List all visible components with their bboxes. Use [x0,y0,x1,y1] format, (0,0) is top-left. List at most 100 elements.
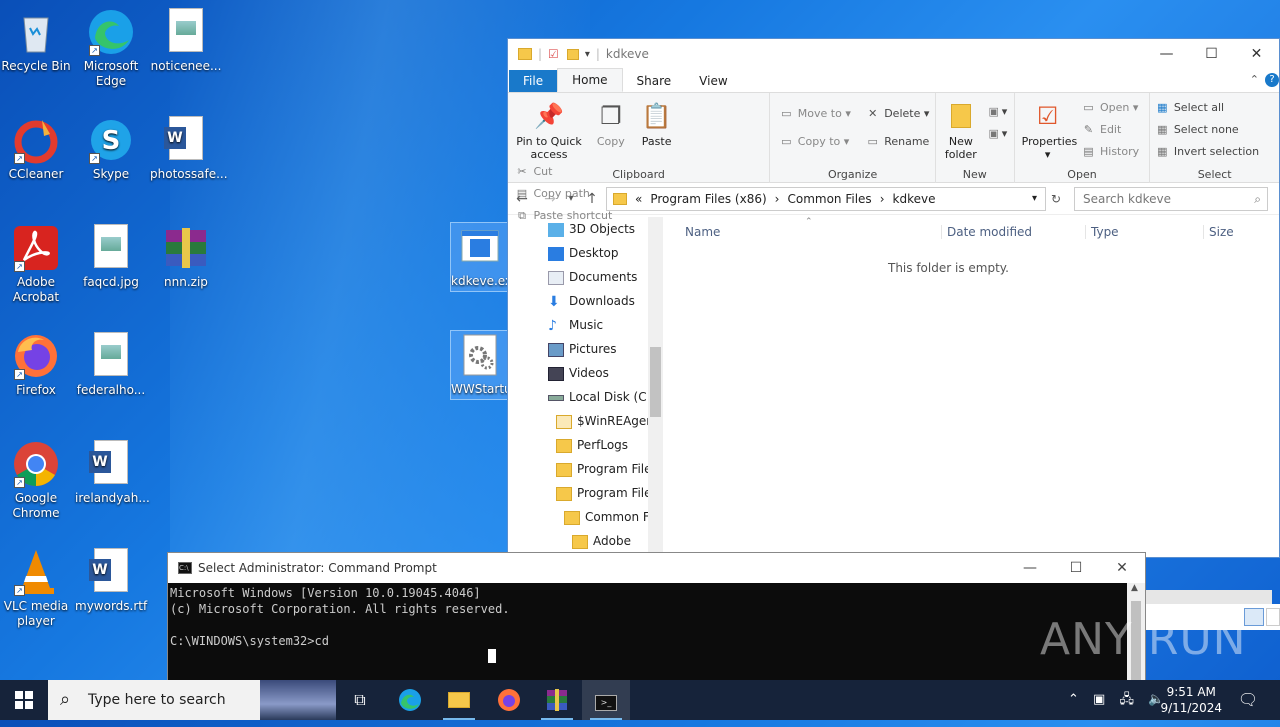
nav-pictures[interactable]: Pictures [508,337,663,361]
delete-button[interactable]: ✕ Delete ▾ [865,103,929,125]
nav-desktop[interactable]: Desktop [508,241,663,265]
taskbar-firefox-icon[interactable] [485,680,533,720]
desktop-icon-irelandyah[interactable]: W irelandyah... [75,440,150,506]
command-prompt-window[interactable]: C:\ Select Administrator: Command Prompt… [167,552,1146,680]
explorer-titlebar[interactable]: | ☑ ▾ | kdkeve — ☐ ✕ [508,39,1279,69]
nav-music[interactable]: ♪ Music [508,313,663,337]
open-button[interactable]: ▭ Open ▾ [1081,97,1140,119]
desktop-icon-noticenee[interactable]: noticenee... [150,8,222,74]
desktop-icon-edge[interactable]: ↗ Microsoft Edge [75,8,147,89]
refresh-icon[interactable]: ↻ [1046,192,1066,206]
new-folder-quick-icon[interactable] [566,48,579,60]
desktop-icon-adobe-acrobat[interactable]: ↗ Adobe Acrobat [0,224,72,305]
nav-winreagent[interactable]: $WinREAgent [508,409,663,433]
copy-button[interactable]: ❐ Copy [593,97,629,148]
nav-common-files[interactable]: Common Fi [508,505,663,529]
breadcrumb-program-files-x86[interactable]: Program Files (x86) [650,192,766,206]
breadcrumb-separator[interactable]: › [880,192,885,206]
column-name[interactable]: Name [685,225,720,239]
minimize-button[interactable]: — [1144,46,1189,62]
notifications-icon[interactable]: 🗨 [1224,680,1272,720]
customize-quick-access-icon[interactable]: ▾ [585,49,590,60]
taskbar-winrar-icon[interactable] [533,680,581,720]
column-size[interactable]: Size [1203,225,1234,239]
easy-access-button[interactable]: ▣ ▾ [986,123,1007,145]
rename-button[interactable]: ▭ Rename [865,131,930,153]
scroll-up-icon[interactable]: ▲ [1131,583,1138,593]
desktop-icon-wwstartup[interactable]: WWStartu [450,330,510,400]
select-none-button[interactable]: ▦ Select none [1154,119,1275,141]
cmd-minimize-button[interactable]: — [1007,560,1053,576]
desktop-icon-nnn-zip[interactable]: nnn.zip [150,224,222,290]
select-all-button[interactable]: ▦ Select all [1154,97,1275,119]
new-item-button[interactable]: ▣ ▾ [986,101,1007,123]
column-date-modified[interactable]: Date modified [941,225,1032,239]
desktop-icon-google-chrome[interactable]: ↗ Google Chrome [0,440,72,521]
cmd-close-button[interactable]: ✕ [1099,560,1145,576]
desktop-icon-vlc[interactable]: ↗ VLC media player [0,548,72,629]
new-folder-button[interactable]: New folder [943,97,979,161]
cmd-titlebar[interactable]: C:\ Select Administrator: Command Prompt… [168,553,1145,583]
nav-program-files[interactable]: Program Files [508,457,663,481]
address-bar[interactable]: « Program Files (x86) › Common Files › k… [606,186,1046,211]
start-button[interactable] [0,680,48,720]
breadcrumb-common-files[interactable]: Common Files [787,192,871,206]
history-button[interactable]: ▤ History [1081,141,1139,163]
show-hidden-icons-icon[interactable]: ⌃ [1068,692,1079,707]
nav-pane-scrollbar[interactable] [648,217,663,559]
collapse-ribbon-icon[interactable]: ⌃ [1250,73,1259,86]
desktop-icon-ccleaner[interactable]: ↗ CCleaner [0,116,72,182]
help-icon[interactable]: ? [1265,73,1279,87]
copy-to-button[interactable]: ▭ Copy to ▾ [778,131,851,153]
nav-program-files-x86[interactable]: Program Files [508,481,663,505]
nav-3d-objects[interactable]: 3D Objects [508,217,663,241]
pin-to-quick-access-button[interactable]: 📌 Pin to Quick access [515,97,583,161]
desktop-icon-kdkeve-exe[interactable]: kdkeve.ex [450,222,510,292]
large-icons-view-button[interactable] [1266,608,1280,626]
cmd-maximize-button[interactable]: ☐ [1053,560,1099,576]
search-box[interactable]: Search kdkeve ⌕ [1074,186,1268,211]
tab-share[interactable]: Share [623,70,686,92]
tablet-icon[interactable]: ▣ [1093,692,1105,707]
paste-button[interactable]: 📋 Paste [639,97,675,148]
breadcrumb-separator[interactable]: › [775,192,780,206]
properties-button[interactable]: ☑ Properties ▾ [1022,97,1078,161]
breadcrumb-overflow[interactable]: « [635,192,642,206]
taskbar-search-box[interactable]: ⌕ Type here to search [48,680,336,720]
desktop-icon-mywords[interactable]: W mywords.rtf [75,548,147,614]
nav-adobe[interactable]: Adobe [508,529,663,553]
column-type[interactable]: Type [1085,225,1119,239]
taskbar-cmd-icon[interactable]: >_ [582,680,630,720]
file-explorer-window[interactable]: | ☑ ▾ | kdkeve — ☐ ✕ File Home Share Vie… [507,38,1280,627]
task-view-button[interactable]: ⧉ [336,680,384,720]
network-icon[interactable]: 🖧 [1119,692,1134,707]
invert-selection-button[interactable]: ▦ Invert selection [1154,141,1275,163]
details-view-button[interactable] [1244,608,1264,626]
desktop-icon-faqcd[interactable]: faqcd.jpg [75,224,147,290]
desktop-icon-photossafe[interactable]: W photossafe... [150,116,228,182]
taskbar-file-explorer-icon[interactable] [435,680,483,720]
nav-perflogs[interactable]: PerfLogs [508,433,663,457]
properties-quick-icon[interactable]: ☑ [548,47,559,61]
console-output[interactable]: Microsoft Windows [Version 10.0.19045.40… [168,583,1128,680]
nav-documents[interactable]: Documents [508,265,663,289]
explorer-hscrollbar[interactable] [1146,590,1272,604]
address-dropdown-icon[interactable]: ▾ [1032,193,1037,204]
clock[interactable]: 9:51 AM 9/11/2024 [1160,684,1222,716]
breadcrumb-kdkeve[interactable]: kdkeve [893,192,936,206]
nav-local-disk[interactable]: Local Disk (C:) [508,385,663,409]
tab-home[interactable]: Home [557,68,623,92]
nav-downloads[interactable]: ⬇ Downloads [508,289,663,313]
move-to-button[interactable]: ▭ Move to ▾ [778,103,851,125]
close-button[interactable]: ✕ [1234,46,1279,62]
desktop-icon-recycle-bin[interactable]: Recycle Bin [0,8,72,74]
desktop-icon-skype[interactable]: S ↗ Skype [75,116,147,182]
tab-file[interactable]: File [509,70,558,92]
desktop-icon-firefox[interactable]: ↗ Firefox [0,332,72,398]
tab-view[interactable]: View [685,70,741,92]
taskbar-edge-icon[interactable] [386,680,434,720]
maximize-button[interactable]: ☐ [1189,46,1234,62]
nav-videos[interactable]: Videos [508,361,663,385]
desktop-icon-federalho[interactable]: federalho... [75,332,147,398]
edit-button[interactable]: ✎ Edit [1081,119,1140,141]
